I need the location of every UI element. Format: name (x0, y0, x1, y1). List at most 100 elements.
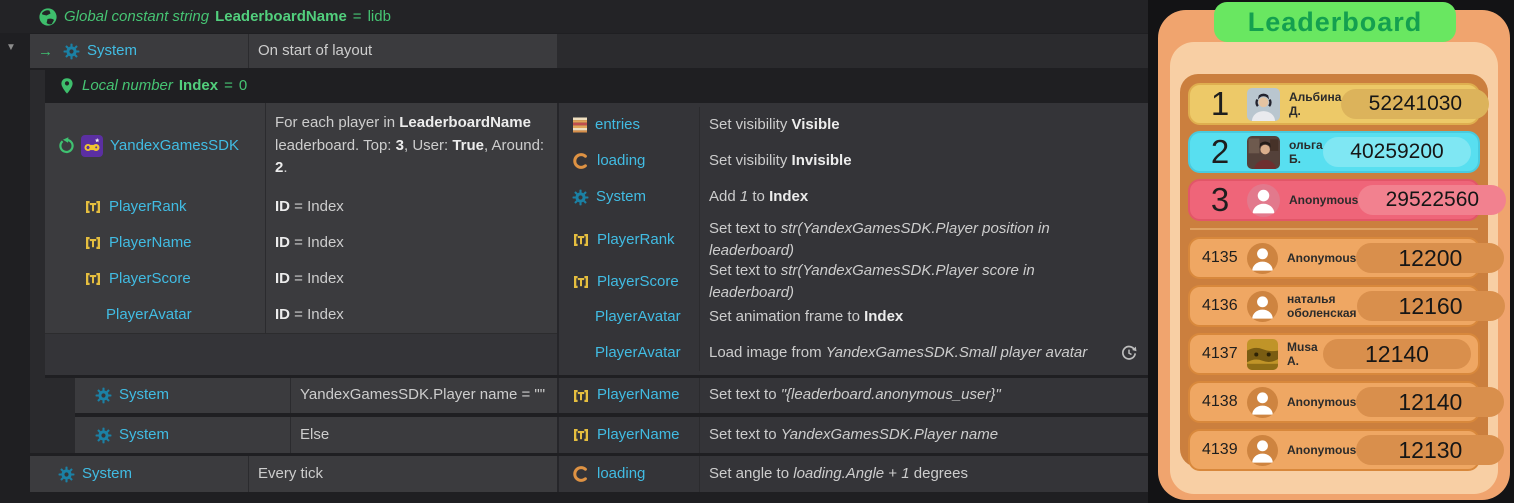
score-badge: 12140 (1323, 339, 1471, 369)
condition-playeravatar[interactable]: PlayerAvatar ID = Index (45, 297, 557, 333)
action-entries-visible[interactable]: entries Set visibility Visible (559, 107, 1148, 143)
text-object-icon (572, 273, 590, 291)
condition-text: ID = Index (275, 196, 344, 219)
local-var-op: = (224, 77, 233, 94)
loading-arc-icon (572, 152, 590, 170)
object-name: System (82, 463, 132, 486)
action-playerscore-settext[interactable]: PlayerScore Set text to str(YandexGamesS… (559, 265, 1148, 299)
text-object-icon (572, 426, 590, 444)
leaderboard-title: Leaderboard (1248, 7, 1423, 38)
system-gear-icon (58, 466, 75, 483)
person-silhouette-icon (1247, 291, 1278, 322)
event-on-start[interactable]: → System On start of layout (30, 34, 1148, 68)
event-foreach-player[interactable]: YandexGamesSDK For each player in Leader… (45, 103, 1148, 375)
yandex-games-sdk-icon (81, 135, 103, 157)
text-object-icon (572, 387, 590, 405)
local-var-kind: Local number (82, 77, 173, 94)
rank-label: 4137 (1199, 345, 1241, 363)
action-add-to-index[interactable]: System Add 1 to Index (559, 179, 1148, 215)
object-name: PlayerName (597, 424, 680, 447)
leaderboard-row: 4137 Musa A. 12140 (1188, 333, 1480, 375)
score-badge: 52241030 (1341, 89, 1489, 119)
global-var-name: LeaderboardName (215, 8, 347, 25)
system-gear-icon (572, 189, 589, 206)
action-playeravatar-frame[interactable]: PlayerAvatar Set animation frame to Inde… (559, 299, 1148, 335)
conditions-column: YandexGamesSDK For each player in Leader… (45, 103, 557, 375)
player-name: Альбина Д. (1289, 90, 1341, 118)
leaderboard-row: 4136 наталья оболенская 12160 (1188, 285, 1480, 327)
local-var-name: Index (179, 77, 218, 94)
condition-playerrank[interactable]: PlayerRank ID = Index (45, 189, 557, 225)
object-name: PlayerAvatar (595, 342, 681, 365)
event-every-tick[interactable]: System Every tick loading Set angle to l… (30, 456, 1148, 492)
subevent-else[interactable]: System Else PlayerName Set text to Yande… (75, 417, 1148, 453)
global-variable-row[interactable]: Global constant string LeaderboardName =… (0, 0, 1148, 33)
action-playerrank-settext[interactable]: PlayerRank Set text to str(YandexGamesSD… (559, 215, 1148, 265)
player-name: Anonymous (1289, 193, 1358, 207)
person-silhouette-icon (1247, 243, 1278, 274)
object-name: System (87, 40, 137, 63)
condition-playerscore[interactable]: PlayerScore ID = Index (45, 261, 557, 297)
condition-foreach[interactable]: YandexGamesSDK For each player in Leader… (45, 103, 557, 189)
event-sheet: Global constant string LeaderboardName =… (0, 0, 1148, 503)
empty-actions-area[interactable] (557, 34, 1148, 68)
global-var-kind: Global constant string (64, 8, 209, 25)
event-indent-strip (30, 70, 45, 453)
object-name: System (119, 424, 169, 447)
local-var-value: 0 (239, 77, 247, 94)
condition-playername[interactable]: PlayerName ID = Index (45, 225, 557, 261)
player-name: наталья оболенская (1287, 292, 1357, 320)
entries-sprite-icon (572, 117, 588, 133)
leaderboard-row: 2 ольга Б. 40259200 (1188, 131, 1480, 173)
avatar (1247, 339, 1278, 370)
score-badge: 12160 (1357, 291, 1505, 321)
rank-label: 4135 (1199, 249, 1241, 267)
condition-text: For each player in LeaderboardName leade… (275, 112, 549, 180)
rank-label: 4138 (1199, 393, 1241, 411)
object-name: loading (597, 150, 645, 173)
pin-icon (58, 77, 76, 95)
person-silhouette-icon (1247, 387, 1278, 418)
object-name: entries (595, 114, 640, 137)
system-gear-icon (63, 43, 80, 60)
conditions-filler (45, 333, 557, 375)
condition-text: YandexGamesSDK.Player name = "" (300, 384, 545, 407)
score-badge: 29522560 (1358, 185, 1506, 215)
globe-icon (38, 7, 58, 27)
action-text: Load image from YandexGamesSDK.Small pla… (709, 342, 1087, 365)
subevent-anonymous-name[interactable]: System YandexGamesSDK.Player name = "" P… (75, 378, 1148, 413)
rank-label: 3 (1199, 181, 1241, 219)
system-gear-icon (95, 427, 112, 444)
leaderboard-row: 4135 Anonymous 12200 (1188, 237, 1480, 279)
system-gear-icon (95, 387, 112, 404)
action-text: Set text to YandexGamesSDK.Player name (709, 424, 998, 447)
score-badge: 12140 (1356, 387, 1504, 417)
condition-text: ID = Index (275, 304, 344, 327)
object-name: PlayerName (109, 232, 192, 255)
action-text: Set animation frame to Index (709, 306, 903, 329)
action-text: Set text to str(YandexGamesSDK.Player po… (709, 218, 1118, 263)
object-name: YandexGamesSDK (110, 135, 239, 158)
action-loading-invisible[interactable]: loading Set visibility Invisible (559, 143, 1148, 179)
object-name: PlayerRank (597, 229, 675, 252)
object-name: PlayerName (597, 384, 680, 407)
local-variable-row[interactable]: Local number Index = 0 (45, 70, 1145, 101)
actions-column: entries Set visibility Visible loading S… (557, 103, 1148, 375)
player-name: Anonymous (1287, 443, 1356, 457)
rank-label: 4136 (1199, 297, 1241, 315)
action-playeravatar-loadimage[interactable]: PlayerAvatar Load image from YandexGames… (559, 335, 1148, 371)
foreach-loop-icon (58, 137, 76, 155)
person-silhouette-icon (1247, 184, 1280, 217)
avatar (1247, 136, 1280, 169)
text-object-icon (84, 198, 102, 216)
condition-text: ID = Index (275, 232, 344, 255)
leaderboard-row: 3 Anonymous 29522560 (1188, 179, 1480, 221)
action-text: Set visibility Invisible (709, 150, 852, 173)
subevent-indent-strip (45, 378, 75, 453)
construct-event-sheet-screenshot: Global constant string LeaderboardName =… (0, 0, 1514, 503)
person-silhouette-icon (1247, 435, 1278, 466)
leaderboard-row: 4139 Anonymous 12130 (1188, 429, 1480, 471)
object-name: loading (597, 463, 645, 486)
object-name: PlayerAvatar (106, 304, 192, 327)
collapse-triangle-onstart[interactable]: ▼ (6, 43, 16, 53)
